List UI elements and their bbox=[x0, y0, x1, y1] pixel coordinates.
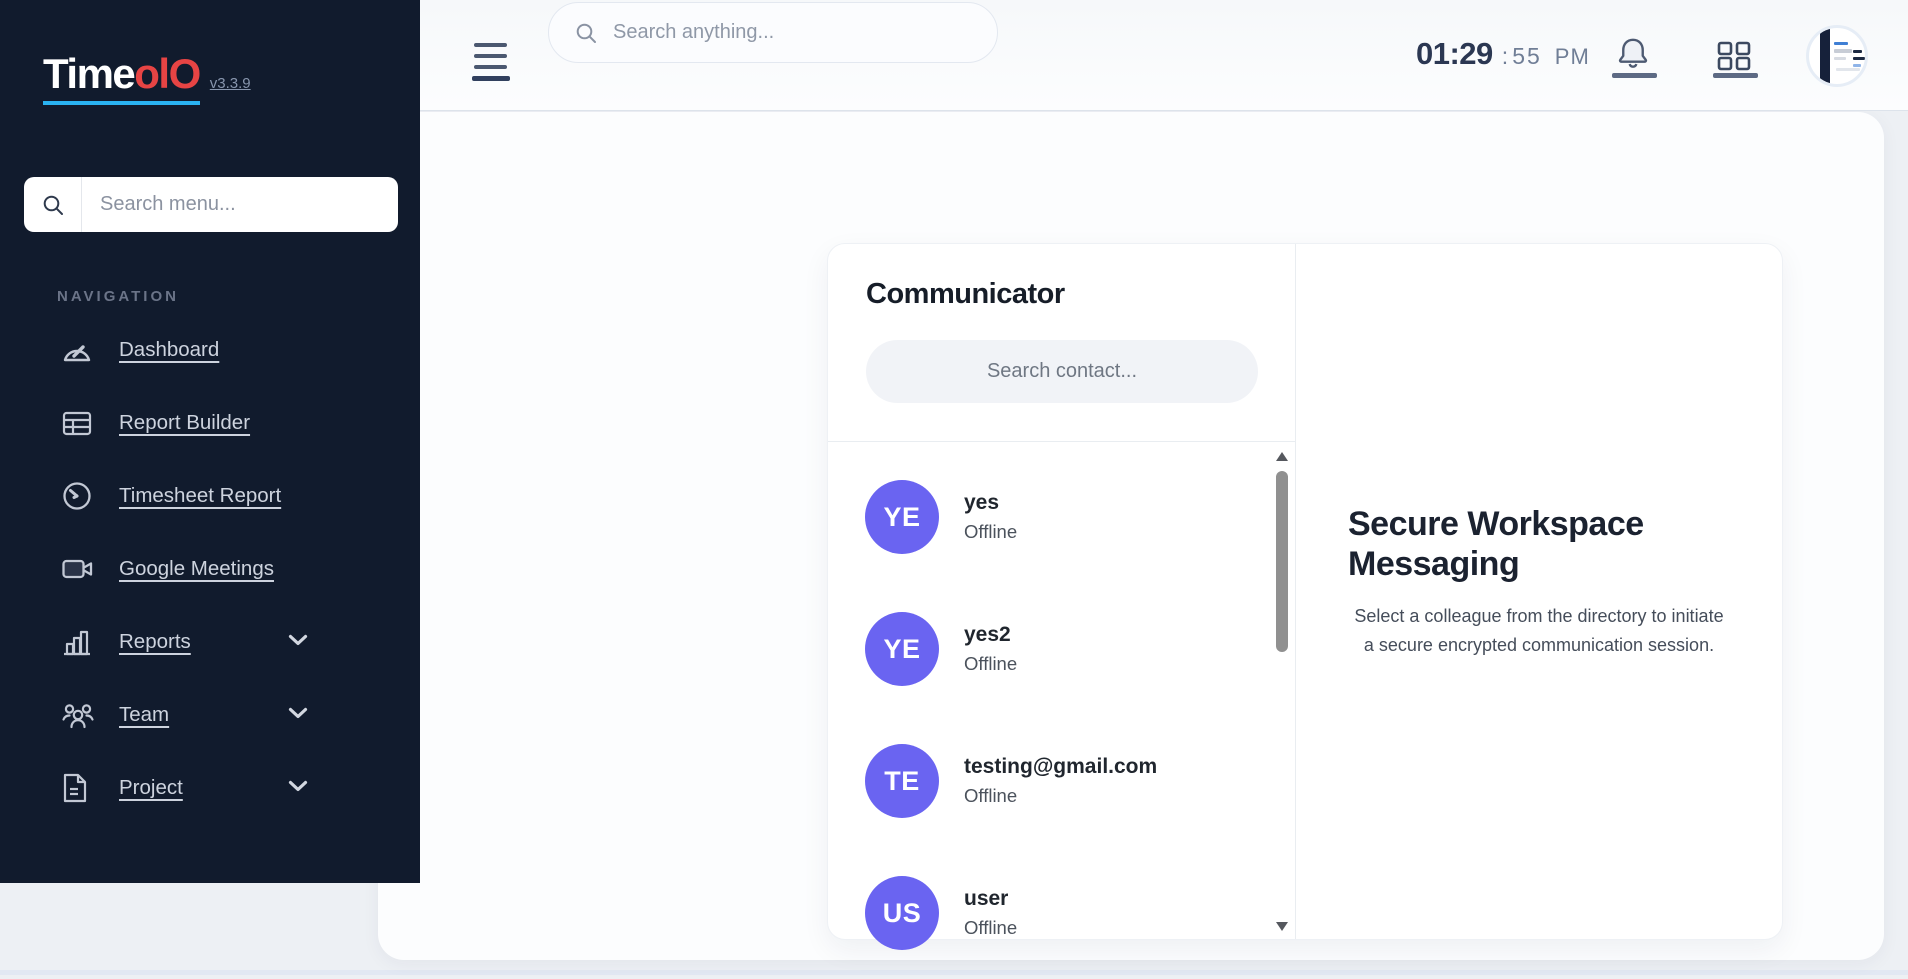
contact-row-yes2[interactable]: YE yes2 Offline bbox=[828, 583, 1295, 715]
contact-row-testing[interactable]: TE testing@gmail.com Offline bbox=[828, 715, 1295, 847]
contact-status: Offline bbox=[964, 785, 1157, 807]
clock-separator: : bbox=[1502, 43, 1508, 70]
logo-text-olo: olO bbox=[134, 50, 200, 97]
contact-search-input[interactable] bbox=[866, 340, 1258, 403]
hamburger-menu-icon[interactable] bbox=[472, 43, 510, 79]
sidebar-item-label: Report Builder bbox=[119, 411, 250, 435]
sidebar-item-timesheet-report[interactable]: Timesheet Report bbox=[0, 459, 420, 532]
message-panel-subtitle: Select a colleague from the directory to… bbox=[1348, 602, 1730, 660]
sidebar-nav: Dashboard Report Builder Timesheet Repo bbox=[0, 313, 420, 824]
sidebar-item-project[interactable]: Project bbox=[0, 751, 420, 824]
sidebar-item-team[interactable]: Team bbox=[0, 678, 420, 751]
contact-list-scrollbar[interactable] bbox=[1275, 442, 1289, 941]
sidebar-search-button[interactable] bbox=[24, 177, 82, 232]
message-panel-title: Secure Workspace Messaging bbox=[1348, 505, 1730, 585]
search-icon bbox=[575, 22, 597, 44]
sidebar-item-google-meetings[interactable]: Google Meetings bbox=[0, 532, 420, 605]
sidebar-item-label: Dashboard bbox=[119, 338, 219, 362]
contact-name: yes2 bbox=[964, 623, 1017, 647]
contact-name: testing@gmail.com bbox=[964, 755, 1157, 779]
communicator-card: Communicator YE yes Offline YE yes2 Offl… bbox=[827, 243, 1783, 940]
contact-status: Offline bbox=[964, 917, 1017, 939]
contact-avatar: YE bbox=[865, 480, 939, 554]
clock-meridiem: PM bbox=[1555, 44, 1590, 70]
clock-icon bbox=[61, 479, 95, 513]
message-panel: Secure Workspace Messaging Select a coll… bbox=[1296, 244, 1782, 939]
contact-row-yes[interactable]: YE yes Offline bbox=[828, 451, 1295, 583]
chevron-down-icon[interactable] bbox=[288, 780, 308, 792]
contact-avatar: TE bbox=[865, 744, 939, 818]
communicator-header: Communicator bbox=[828, 244, 1295, 442]
global-search[interactable]: Search anything... bbox=[548, 2, 998, 63]
document-icon bbox=[61, 771, 95, 805]
video-camera-icon bbox=[61, 552, 95, 586]
notifications-button[interactable] bbox=[1614, 36, 1652, 72]
clock-hours-minutes: 01:29 bbox=[1416, 36, 1493, 72]
app-logo[interactable]: TimeolO bbox=[43, 50, 200, 105]
sidebar-item-label: Timesheet Report bbox=[119, 484, 281, 508]
sidebar-search bbox=[24, 177, 398, 232]
contact-avatar: US bbox=[865, 876, 939, 950]
sidebar-item-label: Project bbox=[119, 776, 183, 800]
table-icon bbox=[61, 406, 95, 440]
search-icon bbox=[42, 194, 64, 216]
clock: 01:29 : 55 PM bbox=[1416, 36, 1590, 72]
sidebar-item-label: Reports bbox=[119, 630, 191, 654]
sidebar-item-report-builder[interactable]: Report Builder bbox=[0, 386, 420, 459]
contact-name: yes bbox=[964, 491, 1017, 515]
scrollbar-thumb[interactable] bbox=[1276, 471, 1288, 652]
team-icon bbox=[61, 698, 95, 732]
contact-name: user bbox=[964, 887, 1017, 911]
avatar-thumbnail-sidebar bbox=[1820, 28, 1830, 84]
nav-section-label: NAVIGATION bbox=[57, 288, 179, 305]
notifications-indicator bbox=[1612, 73, 1657, 78]
scroll-up-arrow-icon[interactable] bbox=[1276, 452, 1288, 461]
grid-icon bbox=[1717, 41, 1751, 71]
logo-text-time: Time bbox=[43, 50, 134, 97]
apps-grid-button[interactable] bbox=[1717, 41, 1751, 71]
gauge-icon bbox=[61, 333, 95, 367]
bar-chart-icon bbox=[61, 625, 95, 659]
topbar: Search anything... 01:29 : 55 PM bbox=[420, 0, 1908, 111]
contact-avatar: YE bbox=[865, 612, 939, 686]
sidebar-item-label: Google Meetings bbox=[119, 557, 274, 581]
communicator-title: Communicator bbox=[866, 278, 1257, 311]
sidebar-item-reports[interactable]: Reports bbox=[0, 605, 420, 678]
communicator-column: Communicator YE yes Offline YE yes2 Offl… bbox=[828, 244, 1296, 939]
app-version-link[interactable]: v3.3.9 bbox=[210, 75, 251, 92]
scroll-down-arrow-icon[interactable] bbox=[1276, 922, 1288, 931]
contact-row-user[interactable]: US user Offline bbox=[828, 847, 1295, 979]
user-avatar[interactable] bbox=[1806, 25, 1868, 87]
sidebar-search-input[interactable] bbox=[82, 193, 398, 216]
contact-list: YE yes Offline YE yes2 Offline TE testin… bbox=[828, 442, 1295, 940]
contact-status: Offline bbox=[964, 653, 1017, 675]
chevron-down-icon[interactable] bbox=[288, 707, 308, 719]
global-search-placeholder: Search anything... bbox=[613, 21, 774, 44]
sidebar: TimeolO v3.3.9 NAVIGATION Dashboard bbox=[0, 0, 420, 883]
contact-status: Offline bbox=[964, 521, 1017, 543]
apps-grid-indicator bbox=[1713, 73, 1758, 78]
chevron-down-icon[interactable] bbox=[288, 634, 308, 646]
bell-icon bbox=[1614, 36, 1652, 72]
sidebar-item-dashboard[interactable]: Dashboard bbox=[0, 313, 420, 386]
clock-seconds: 55 bbox=[1512, 43, 1542, 70]
sidebar-item-label: Team bbox=[119, 703, 169, 727]
